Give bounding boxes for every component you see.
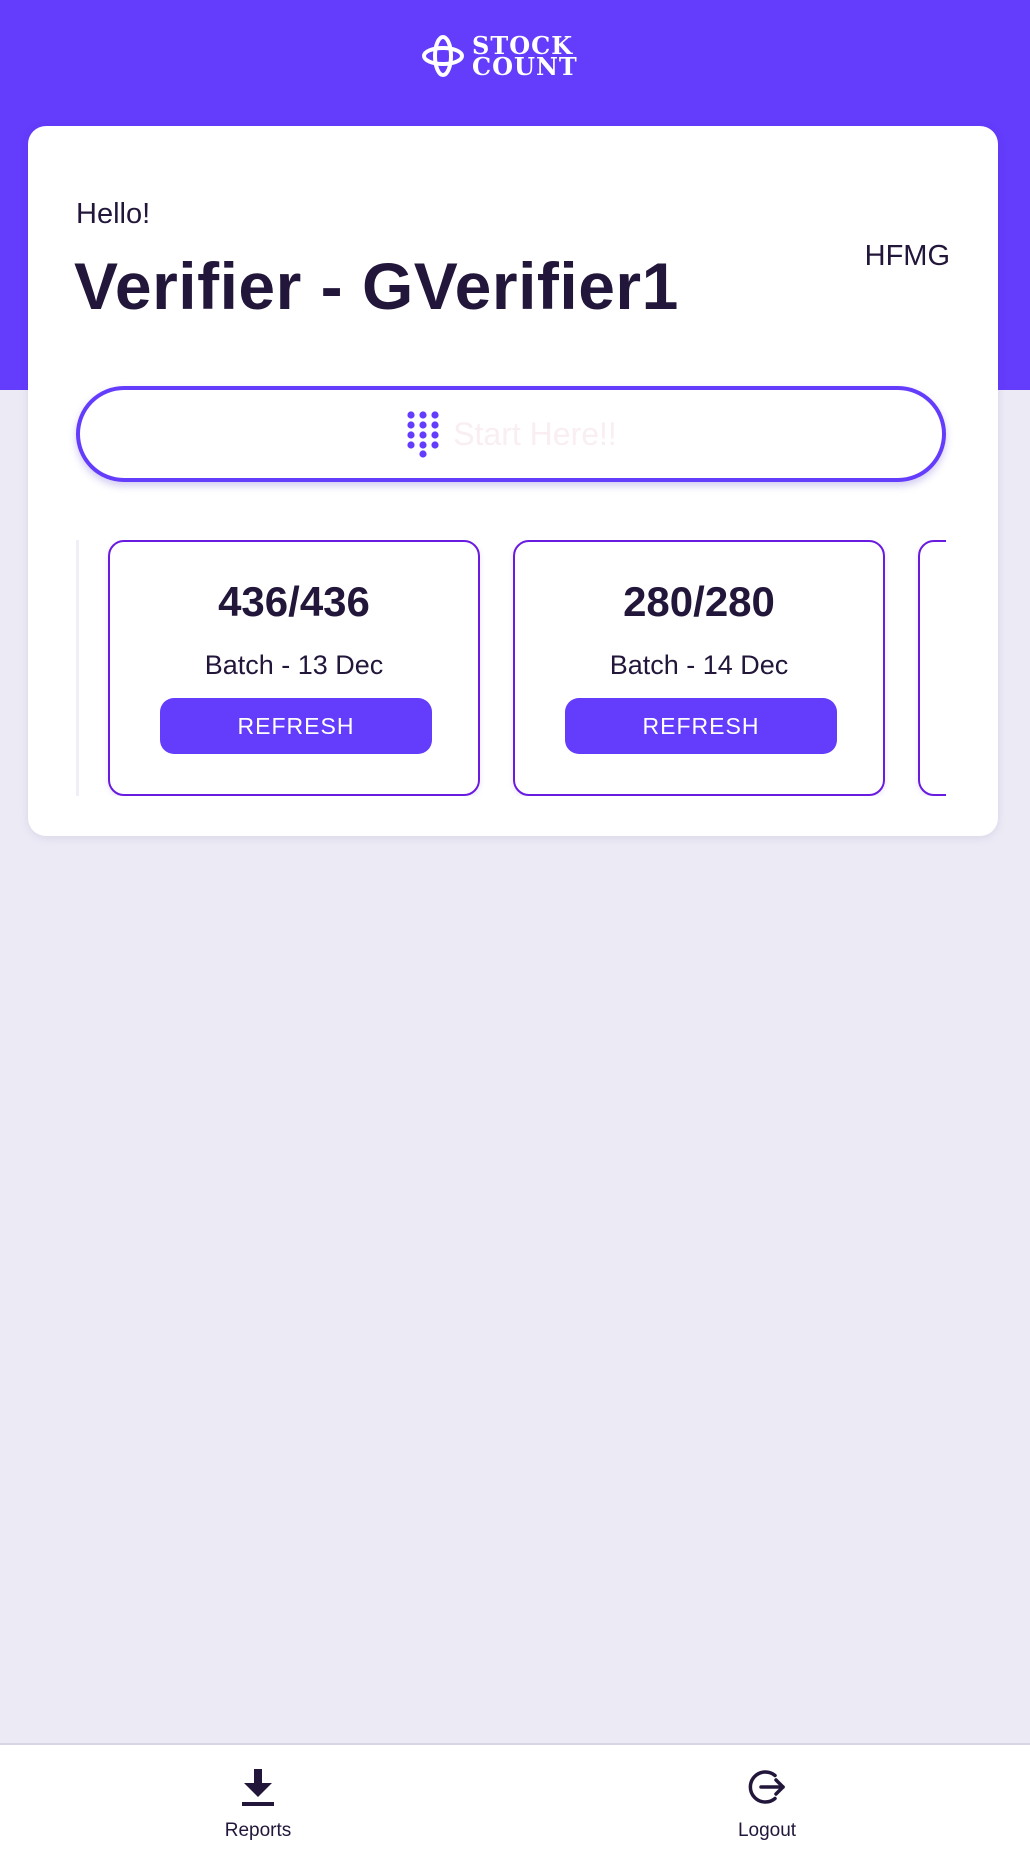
nav-reports[interactable]: Reports bbox=[158, 1745, 358, 1855]
batch-count: 280/280 bbox=[623, 578, 775, 625]
nav-logout-label: Logout bbox=[737, 1820, 797, 1841]
bottom-nav: Reports Logout bbox=[0, 1743, 1030, 1856]
batch-card-partial[interactable] bbox=[918, 540, 946, 796]
greeting-text: Hello! bbox=[76, 198, 151, 230]
logo-wordmark: STOCK COUNT bbox=[472, 34, 578, 81]
profile-card: Hello! Verifier - GVerifier1 HFMG Start … bbox=[28, 126, 998, 836]
batch-count: 436/436 bbox=[218, 578, 370, 625]
logo-line2: COUNT bbox=[472, 52, 578, 81]
carousel-edge-divider bbox=[76, 540, 79, 796]
refresh-button[interactable]: REFRESH bbox=[565, 698, 837, 754]
batch-carousel[interactable]: 436/436 Batch - 13 Dec REFRESH 280/280 B… bbox=[76, 540, 946, 796]
start-here-label: Start Here!! bbox=[453, 415, 617, 452]
batch-name: Batch - 13 Dec bbox=[204, 650, 384, 680]
nav-reports-label: Reports bbox=[224, 1820, 292, 1841]
logout-icon bbox=[748, 1770, 785, 1804]
org-code: HFMG bbox=[864, 240, 950, 272]
user-title: Verifier - GVerifier1 bbox=[74, 249, 679, 323]
app-logo: STOCK COUNT bbox=[420, 28, 600, 84]
keypad-icon bbox=[407, 411, 439, 458]
refresh-button[interactable]: REFRESH bbox=[160, 698, 432, 754]
download-icon bbox=[242, 1769, 274, 1806]
batch-card: 436/436 Batch - 13 Dec REFRESH bbox=[108, 540, 480, 796]
start-here-button[interactable]: Start Here!! bbox=[76, 386, 946, 482]
nav-logout[interactable]: Logout bbox=[667, 1745, 867, 1855]
batch-card: 280/280 Batch - 14 Dec REFRESH bbox=[513, 540, 885, 796]
batch-name: Batch - 14 Dec bbox=[609, 650, 789, 680]
logo-emblem-icon bbox=[422, 35, 464, 77]
